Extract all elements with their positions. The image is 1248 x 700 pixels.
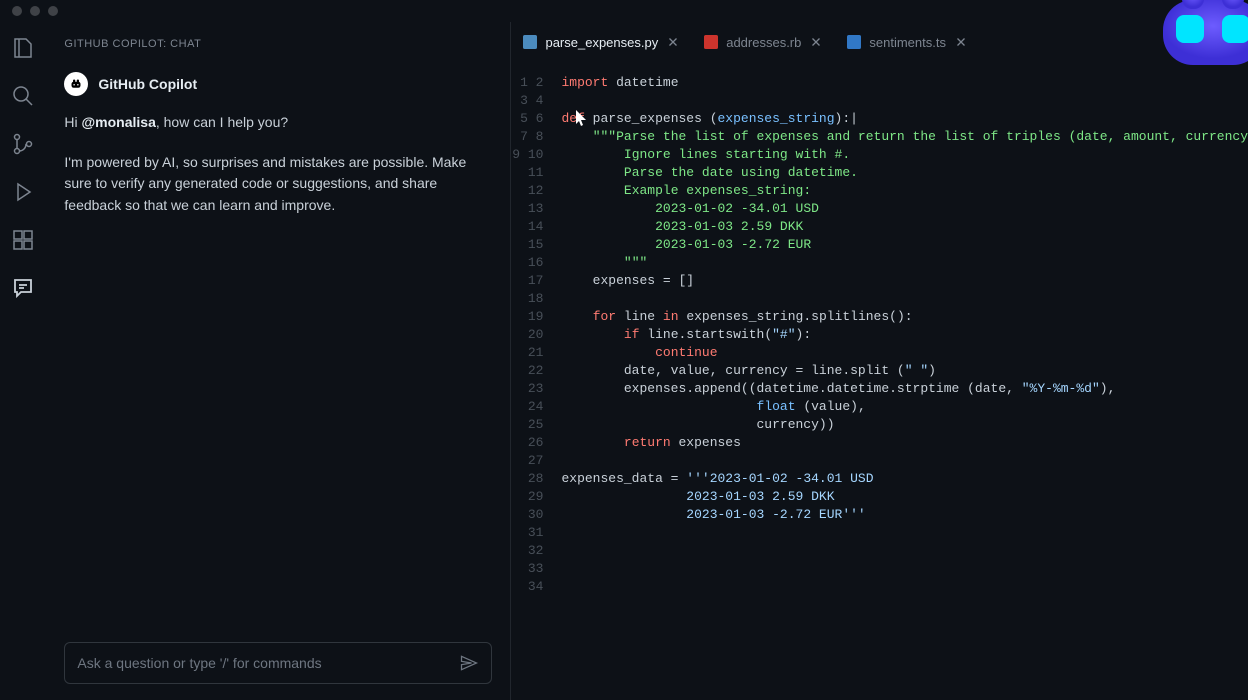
extensions-icon[interactable] xyxy=(11,228,35,252)
chat-panel: GITHUB COPILOT: CHAT GitHub Copilot Hi @… xyxy=(46,22,511,700)
close-icon[interactable] xyxy=(666,35,680,49)
traffic-minimize[interactable] xyxy=(30,6,40,16)
editor-area: parse_expenses.py addresses.rb sentiments.… xyxy=(511,22,1248,700)
chat-bot-name: GitHub Copilot xyxy=(98,76,197,92)
close-icon[interactable] xyxy=(809,35,823,49)
user-mention: @monalisa xyxy=(82,114,156,130)
editor-tab[interactable]: parse_expenses.py xyxy=(511,22,692,62)
chat-icon[interactable] xyxy=(11,276,35,300)
tab-label: addresses.rb xyxy=(726,35,801,50)
tab-label: parse_expenses.py xyxy=(545,35,658,50)
run-icon[interactable] xyxy=(11,180,35,204)
copilot-avatar-icon xyxy=(64,72,88,96)
code-editor[interactable]: 1 2 3 4 5 6 7 8 9 10 11 12 13 14 15 16 1… xyxy=(511,62,1248,700)
send-icon[interactable] xyxy=(459,653,479,673)
chat-panel-title: GITHUB COPILOT: CHAT xyxy=(64,38,492,50)
traffic-zoom[interactable] xyxy=(48,6,58,16)
tab-label: sentiments.ts xyxy=(869,35,946,50)
mouse-cursor-icon xyxy=(576,110,588,126)
chat-message: Hi @monalisa, how can I help you? I'm po… xyxy=(64,112,492,235)
chat-greeting: Hi @monalisa, how can I help you? xyxy=(64,112,492,134)
file-py-icon xyxy=(523,35,537,49)
code-content[interactable]: import datetime def parse_expenses (expe… xyxy=(561,74,1248,700)
editor-tab[interactable]: sentiments.ts xyxy=(835,22,980,62)
search-icon[interactable] xyxy=(11,84,35,108)
file-rb-icon xyxy=(704,35,718,49)
chat-disclaimer: I'm powered by AI, so surprises and mist… xyxy=(64,152,492,217)
chat-input[interactable] xyxy=(77,655,459,671)
traffic-close[interactable] xyxy=(12,6,22,16)
file-ts-icon xyxy=(847,35,861,49)
source-control-icon[interactable] xyxy=(11,132,35,156)
activity-bar xyxy=(0,22,46,700)
titlebar xyxy=(0,0,1248,22)
line-gutter: 1 2 3 4 5 6 7 8 9 10 11 12 13 14 15 16 1… xyxy=(511,74,561,700)
editor-tab[interactable]: addresses.rb xyxy=(692,22,835,62)
chat-header: GitHub Copilot xyxy=(64,72,492,96)
chat-input-box[interactable] xyxy=(64,642,492,684)
copilot-mascot-icon xyxy=(1138,0,1248,72)
close-icon[interactable] xyxy=(954,35,968,49)
files-icon[interactable] xyxy=(11,36,35,60)
